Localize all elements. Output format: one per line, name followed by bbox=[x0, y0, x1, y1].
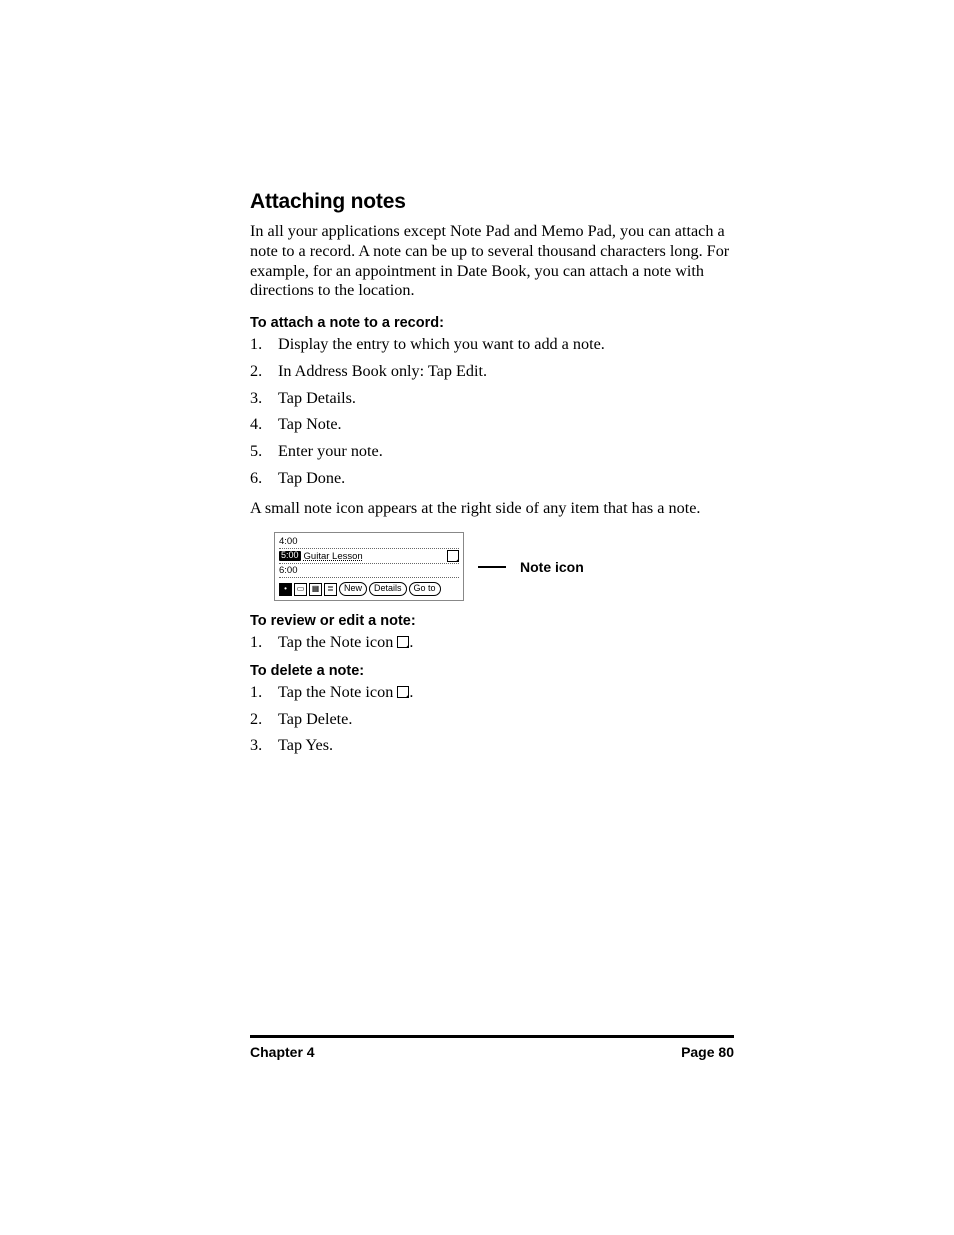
step-text: . bbox=[409, 683, 413, 701]
procedure-heading-delete: To delete a note: bbox=[250, 663, 734, 679]
footer-rule bbox=[250, 1035, 734, 1038]
note-icon bbox=[397, 686, 409, 698]
procedure-heading-review: To review or edit a note: bbox=[250, 613, 734, 629]
procedure-heading-attach: To attach a note to a record: bbox=[250, 315, 734, 331]
step-item: Tap Details. bbox=[250, 389, 734, 409]
schedule-row: 5:00 Guitar Lesson bbox=[279, 549, 459, 564]
schedule-row: 4:00 bbox=[279, 535, 459, 549]
delete-steps-list: Tap the Note icon . Tap Delete. Tap Yes. bbox=[250, 683, 734, 756]
goto-button: Go to bbox=[409, 582, 441, 596]
step-item: Tap Done. bbox=[250, 469, 734, 489]
step-text: Tap the Note icon bbox=[278, 633, 397, 651]
step-item: Tap the Note icon . bbox=[250, 633, 734, 653]
details-button: Details bbox=[369, 582, 407, 596]
callout-line bbox=[478, 566, 506, 568]
intro-paragraph: In all your applications except Note Pad… bbox=[250, 222, 734, 301]
agenda-view-icon: ≣ bbox=[324, 583, 337, 596]
page-number: Page 80 bbox=[681, 1044, 734, 1060]
note-icon bbox=[397, 636, 409, 648]
step-item: Tap the Note icon . bbox=[250, 683, 734, 703]
schedule-row: 6:00 bbox=[279, 564, 459, 578]
time-label-selected: 5:00 bbox=[279, 551, 301, 561]
step-item: Enter your note. bbox=[250, 442, 734, 462]
step-item: Tap Note. bbox=[250, 415, 734, 435]
document-page: Attaching notes In all your applications… bbox=[0, 0, 954, 1235]
toolbar: • ▭ ▦ ≣ New Details Go to bbox=[279, 582, 459, 596]
week-view-icon: ▭ bbox=[294, 583, 307, 596]
time-label: 6:00 bbox=[279, 565, 298, 576]
result-paragraph: A small note icon appears at the right s… bbox=[250, 499, 734, 519]
page-footer: Chapter 4 Page 80 bbox=[250, 1035, 734, 1060]
step-text: Tap the Note icon bbox=[278, 683, 397, 701]
month-view-icon: ▦ bbox=[309, 583, 322, 596]
new-button: New bbox=[339, 582, 367, 596]
step-text: . bbox=[409, 633, 413, 651]
step-item: Display the entry to which you want to a… bbox=[250, 335, 734, 355]
event-text: Guitar Lesson bbox=[304, 551, 444, 562]
step-item: Tap Delete. bbox=[250, 710, 734, 730]
step-item: Tap Yes. bbox=[250, 736, 734, 756]
section-heading: Attaching notes bbox=[250, 190, 734, 214]
palm-screenshot: 4:00 5:00 Guitar Lesson 6:00 • ▭ ▦ ≣ New… bbox=[274, 532, 464, 601]
chapter-label: Chapter 4 bbox=[250, 1044, 315, 1060]
callout-label: Note icon bbox=[520, 559, 584, 575]
review-steps-list: Tap the Note icon . bbox=[250, 633, 734, 653]
day-view-icon: • bbox=[279, 583, 292, 596]
step-item: In Address Book only: Tap Edit. bbox=[250, 362, 734, 382]
figure-note-icon: 4:00 5:00 Guitar Lesson 6:00 • ▭ ▦ ≣ New… bbox=[274, 532, 734, 601]
time-label: 4:00 bbox=[279, 536, 298, 547]
attach-steps-list: Display the entry to which you want to a… bbox=[250, 335, 734, 489]
note-icon bbox=[447, 550, 459, 562]
